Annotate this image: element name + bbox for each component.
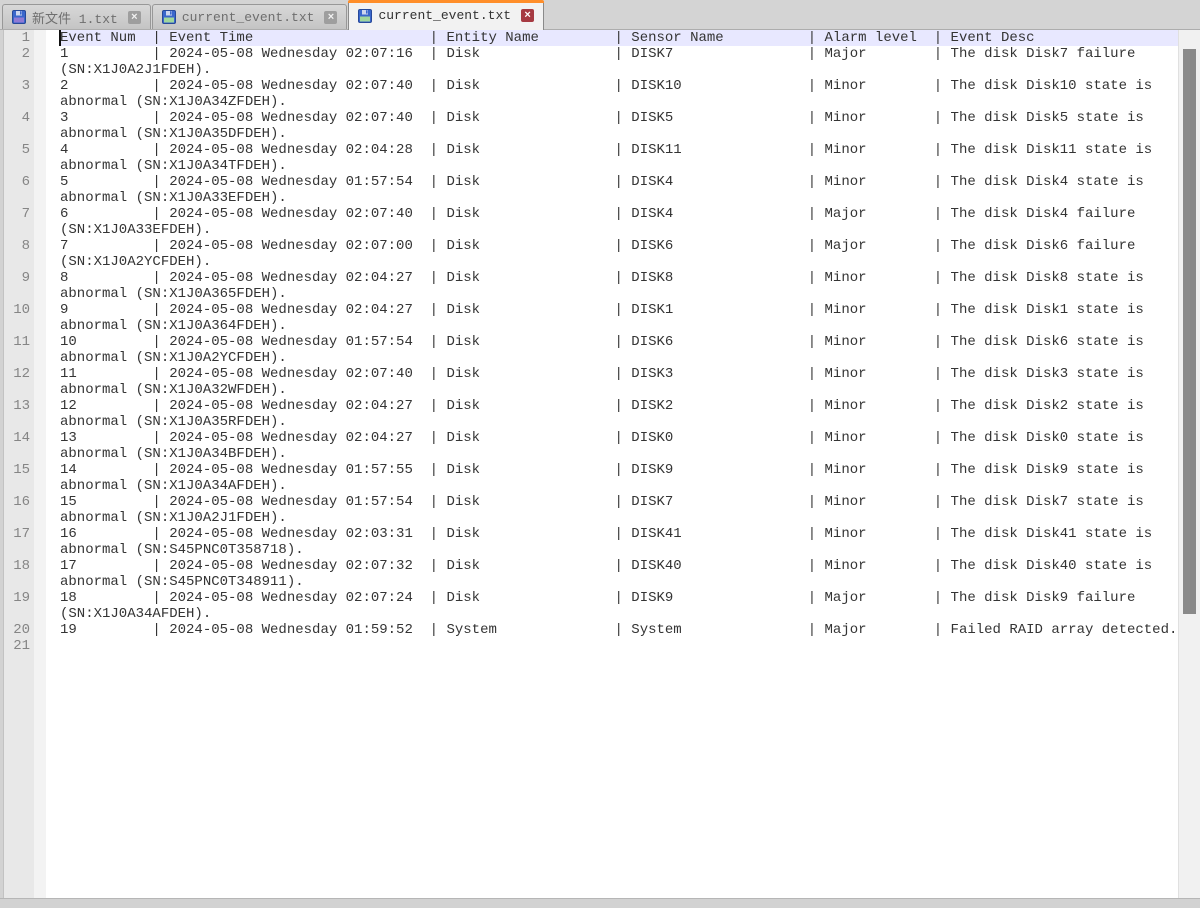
floppy-disk-icon	[358, 9, 372, 23]
editor-text[interactable]: Event Num | Event Time | Entity Name | S…	[60, 30, 1178, 638]
window-frame-bottom	[0, 898, 1200, 908]
line-number-gutter: 1 2 3 4 5 6 7 8 9 10 11 12 13 14 15 16 1…	[4, 30, 34, 898]
window-frame-left	[0, 30, 4, 908]
floppy-disk-icon	[12, 10, 26, 24]
tab-close-icon[interactable]: ×	[324, 11, 337, 24]
tab-bar: 新文件 1.txt × current_event.txt × current_…	[0, 0, 1200, 30]
tab-label: current_event.txt	[378, 8, 511, 23]
tab-current-event-txt-2-active[interactable]: current_event.txt ×	[348, 0, 544, 30]
floppy-disk-icon	[162, 10, 176, 24]
bookmark-margin	[34, 30, 46, 898]
tab-current-event-txt-1[interactable]: current_event.txt ×	[152, 4, 348, 29]
tab-new-file-1[interactable]: 新文件 1.txt ×	[2, 4, 151, 29]
tab-close-icon[interactable]: ×	[128, 11, 141, 24]
vertical-scrollbar[interactable]	[1178, 30, 1200, 898]
tab-close-icon[interactable]: ×	[521, 9, 534, 22]
scrollbar-thumb[interactable]	[1183, 49, 1196, 614]
tab-label: 新文件 1.txt	[32, 8, 118, 27]
text-caret	[59, 30, 61, 46]
line-numbers: 1 2 3 4 5 6 7 8 9 10 11 12 13 14 15 16 1…	[4, 30, 34, 654]
editor-pane: 1 2 3 4 5 6 7 8 9 10 11 12 13 14 15 16 1…	[4, 30, 1200, 898]
text-area[interactable]: Event Num | Event Time | Entity Name | S…	[60, 30, 1178, 898]
tab-label: current_event.txt	[182, 10, 315, 25]
